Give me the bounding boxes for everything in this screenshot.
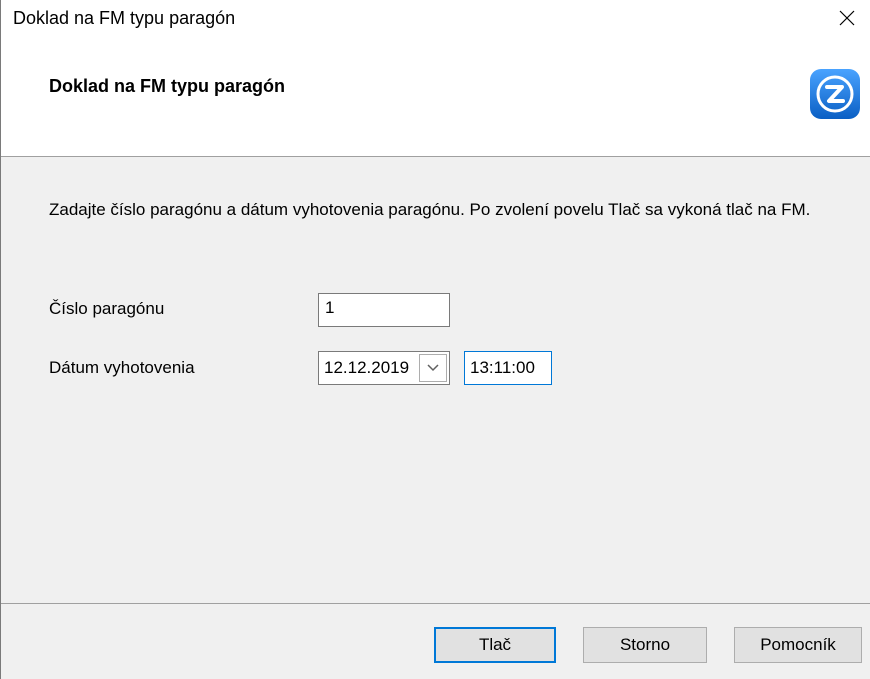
window-title: Doklad na FM typu paragón <box>13 8 236 28</box>
title-bar: Doklad na FM typu paragón <box>1 0 870 36</box>
close-icon <box>839 10 855 26</box>
datum-value: 12.12.2019 <box>324 358 410 377</box>
app-logo-icon <box>810 69 860 119</box>
dialog-header: Doklad na FM typu paragón <box>1 36 870 157</box>
cislo-paragonu-label: Číslo paragónu <box>49 299 165 318</box>
instruction-text: Zadajte číslo paragónu a dátum vyhotoven… <box>49 200 811 219</box>
storno-button[interactable]: Storno <box>583 627 707 663</box>
dialog-window: Doklad na FM typu paragón Doklad na FM t… <box>0 0 870 679</box>
datum-vyhotovenia-datepicker[interactable]: 12.12.2019 <box>318 351 450 385</box>
cislo-paragonu-input[interactable]: 1 <box>318 293 450 327</box>
pomocnik-button[interactable]: Pomocník <box>734 627 862 663</box>
dialog-content: Zadajte číslo paragónu a dátum vyhotoven… <box>1 158 870 604</box>
cas-value: 13:11:00 <box>470 358 535 377</box>
header-heading: Doklad na FM typu paragón <box>49 76 286 96</box>
cas-vyhotovenia-input[interactable]: 13:11:00 <box>464 351 552 385</box>
chevron-down-icon <box>427 364 439 372</box>
datum-vyhotovenia-label: Dátum vyhotovenia <box>49 358 195 377</box>
date-dropdown-button[interactable] <box>419 354 447 382</box>
tlac-button[interactable]: Tlač <box>434 627 556 663</box>
close-button[interactable] <box>823 0 870 36</box>
